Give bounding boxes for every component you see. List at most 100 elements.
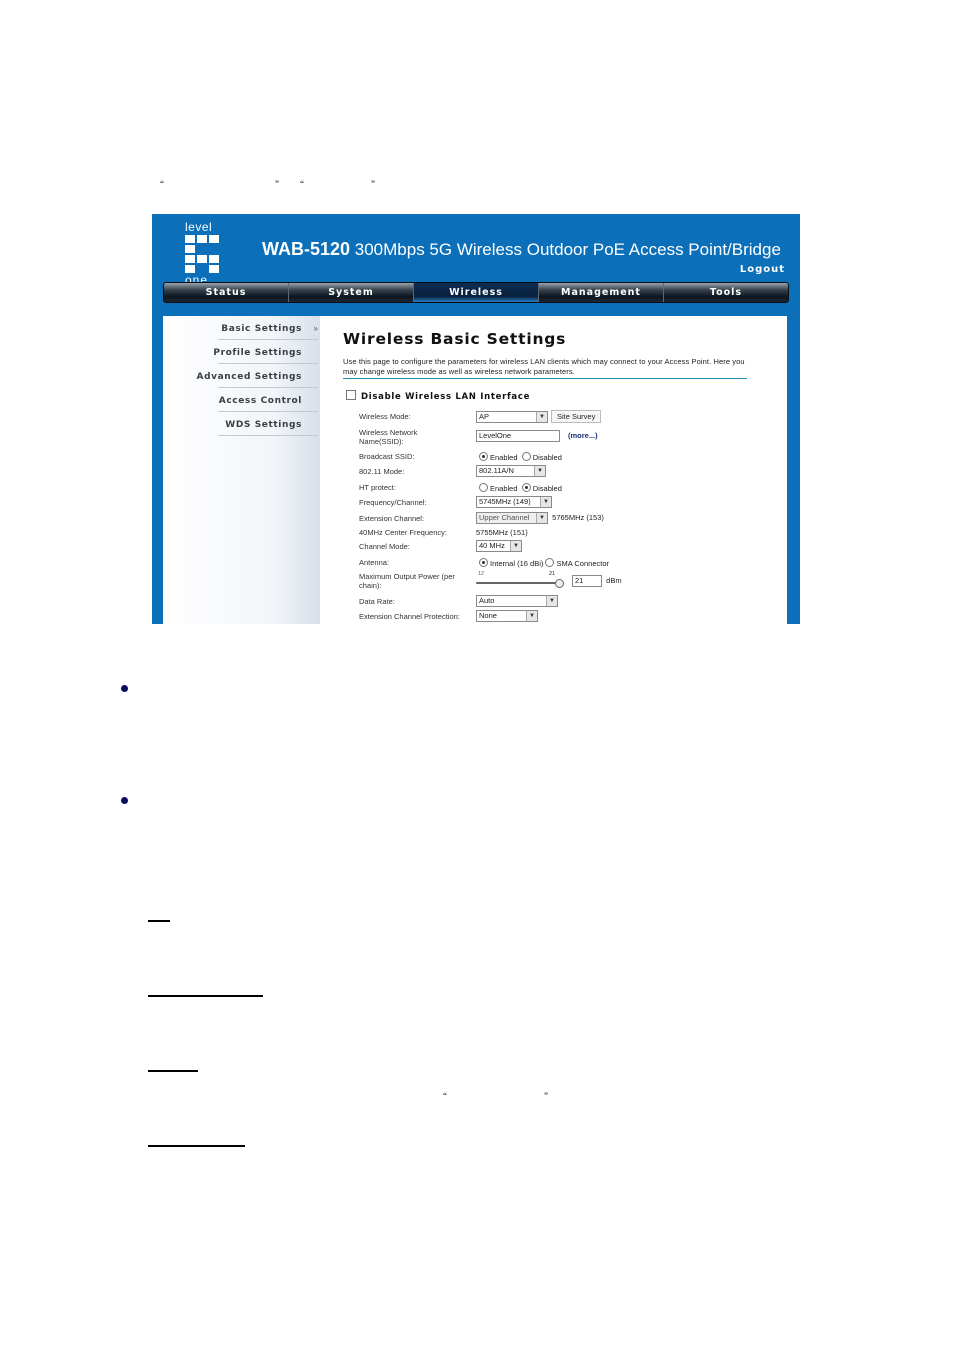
antenna-sma-radio[interactable] <box>545 558 555 567</box>
freq-channel-row: 5745MHz (149) ▼ <box>476 496 552 508</box>
underline <box>148 1145 245 1147</box>
radio-label: SMA Connector <box>556 559 609 568</box>
ext-channel-freq: 5765MHz (153) <box>552 512 604 522</box>
sidebar-item-advanced-settings[interactable]: Advanced Settings <box>192 372 302 382</box>
slider-max-label: 21 <box>549 571 556 577</box>
disable-wlan-row: Disable Wireless LAN Interface <box>346 390 530 402</box>
mode-80211-row: 802.11A/N ▼ <box>476 465 546 477</box>
close-quote: ” <box>371 179 375 189</box>
logout-link[interactable]: Logout <box>740 264 785 275</box>
chevron-down-icon: ▼ <box>534 466 545 476</box>
divider <box>218 363 318 364</box>
active-marker-icon: » <box>313 324 318 333</box>
content-area: Basic Settings » Profile Settings Advanc… <box>163 316 787 624</box>
underline <box>148 995 263 997</box>
tab-management[interactable]: Management <box>539 283 664 302</box>
freq-channel-label: Frequency/Channel: <box>359 498 427 507</box>
bullet-icon <box>121 797 128 804</box>
tab-status[interactable]: Status <box>164 283 289 302</box>
more-link[interactable]: (more...) <box>568 431 598 440</box>
disable-wlan-label: Disable Wireless LAN Interface <box>361 392 531 402</box>
sidebar: Basic Settings » Profile Settings Advanc… <box>163 316 320 624</box>
ext-channel-label: Extension Channel: <box>359 514 425 523</box>
logo-grid-icon <box>185 235 225 273</box>
slider-track[interactable] <box>476 582 558 584</box>
data-rate-row: Auto ▼ <box>476 595 558 607</box>
freq-channel-select[interactable]: 5745MHz (149) ▼ <box>476 496 552 508</box>
center-freq-label: 40MHz Center Frequency: <box>359 528 447 537</box>
wireless-mode-label: Wireless Mode: <box>359 412 411 421</box>
bullet-icon <box>121 685 128 692</box>
close-quote: ” <box>544 1091 548 1101</box>
ht-enabled-radio[interactable] <box>479 483 488 492</box>
sidebar-item-access-control[interactable]: Access Control <box>192 396 302 406</box>
ext-protection-label: Extension Channel Protection: <box>359 612 460 621</box>
radio-label: Internal (16 dBi) <box>490 559 544 568</box>
slider-min-label: 12 <box>478 571 485 577</box>
chevron-down-icon: ▼ <box>536 411 547 422</box>
antenna-label: Antenna: <box>359 558 390 567</box>
ext-channel-select[interactable]: Upper Channel ▼ <box>476 512 548 524</box>
open-quote: “ <box>300 179 304 189</box>
chevron-down-icon: ▼ <box>526 611 537 621</box>
site-survey-button[interactable]: Site Survey <box>551 410 602 423</box>
page-title: Wireless Basic Settings <box>343 330 567 348</box>
close-quote: ” <box>275 179 279 189</box>
wireless-mode-row: AP ▼ Site Survey <box>476 410 602 423</box>
ht-disabled-radio[interactable] <box>521 483 531 492</box>
open-quote: “ <box>160 179 164 189</box>
data-rate-label: Data Rate: <box>359 597 395 606</box>
disable-wlan-checkbox[interactable] <box>346 390 356 400</box>
divider <box>218 387 318 388</box>
tab-tools[interactable]: Tools <box>664 283 788 302</box>
broadcast-disabled-radio[interactable] <box>521 452 531 461</box>
broadcast-ssid-label: Broadcast SSID: <box>359 452 415 461</box>
tab-system[interactable]: System <box>289 283 414 302</box>
channel-mode-label: Channel Mode: <box>359 542 410 551</box>
chevron-down-icon: ▼ <box>540 497 551 507</box>
channel-mode-row: 40 MHz ▼ <box>476 540 522 552</box>
output-power-unit: dBm <box>606 575 622 585</box>
title-divider <box>343 378 747 379</box>
broadcast-enabled-radio[interactable] <box>479 452 488 461</box>
ht-protect-row: Enabled Disabled <box>479 483 562 493</box>
wireless-mode-select[interactable]: AP ▼ <box>476 410 548 423</box>
sidebar-item-wds-settings[interactable]: WDS Settings <box>192 420 302 430</box>
sidebar-item-basic-settings[interactable]: Basic Settings <box>192 324 302 334</box>
ssid-input[interactable]: LevelOne <box>476 430 560 442</box>
radio-label: Disabled <box>532 484 562 493</box>
model-name: WAB-5120 <box>262 239 351 259</box>
ext-channel-row: Upper Channel ▼ 5765MHz (153) <box>476 512 604 524</box>
ext-protection-row: None ▼ <box>476 610 538 622</box>
product-title: WAB-5120 300Mbps 5G Wireless Outdoor PoE… <box>262 239 781 260</box>
output-power-slider[interactable]: 12 21 <box>476 571 564 588</box>
center-freq-value: 5755MHz (151) <box>476 528 528 537</box>
output-power-label: Maximum Output Power (per chain): <box>359 572 455 590</box>
radio-label: Disabled <box>532 453 562 462</box>
output-power-row: 21 dBm <box>572 575 622 587</box>
divider <box>218 435 318 436</box>
page-description: Use this page to configure the parameter… <box>343 357 745 376</box>
chevron-down-icon: ▼ <box>536 513 547 523</box>
data-rate-select[interactable]: Auto ▼ <box>476 595 558 607</box>
mode-80211-select[interactable]: 802.11A/N ▼ <box>476 465 546 477</box>
slider-thumb[interactable] <box>555 579 564 588</box>
antenna-internal-radio[interactable] <box>479 558 488 567</box>
main-nav: Status System Wireless Management Tools <box>163 282 789 303</box>
chevron-down-icon: ▼ <box>510 541 521 551</box>
ssid-label: Wireless Network Name(SSID): <box>359 428 418 446</box>
underline <box>148 1070 198 1072</box>
sidebar-item-profile-settings[interactable]: Profile Settings <box>192 348 302 358</box>
tab-wireless[interactable]: Wireless <box>414 283 539 302</box>
logo-top-text: level <box>185 220 213 234</box>
levelone-logo: level one <box>185 220 225 286</box>
product-description: 300Mbps 5G Wireless Outdoor PoE Access P… <box>354 240 781 259</box>
broadcast-ssid-row: Enabled Disabled <box>479 452 562 462</box>
ssid-row: LevelOne (more...) <box>476 430 598 442</box>
channel-mode-select[interactable]: 40 MHz ▼ <box>476 540 522 552</box>
ht-protect-label: HT protect: <box>359 483 396 492</box>
radio-label: Enabled <box>490 484 518 493</box>
output-power-input[interactable]: 21 <box>572 575 602 587</box>
ext-protection-select[interactable]: None ▼ <box>476 610 538 622</box>
underline <box>148 920 170 922</box>
